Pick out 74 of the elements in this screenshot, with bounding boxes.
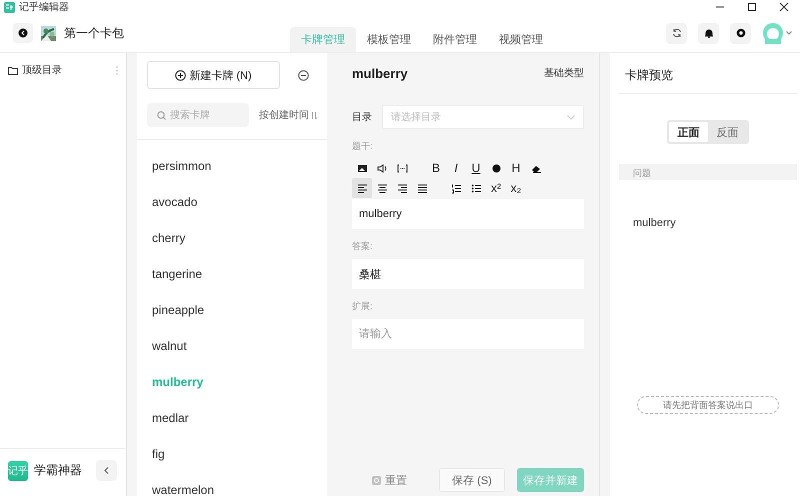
notification-button[interactable] (698, 22, 719, 44)
field-label: 目录 (352, 111, 372, 124)
ordered-list-icon (450, 182, 462, 194)
sync-button[interactable] (666, 22, 687, 44)
format-button[interactable]: B (426, 158, 446, 178)
new-card-button[interactable]: 新建卡牌 (N) (147, 61, 280, 89)
align-right-icon (396, 182, 408, 194)
window-title: 记乎编辑器 (19, 0, 69, 14)
sort-toggle[interactable]: 按创建时间 (259, 108, 317, 122)
card-item[interactable]: watermelon (137, 472, 327, 496)
format-button[interactable]: x² (486, 178, 506, 198)
side-tab[interactable]: 反面 (708, 122, 747, 142)
side-toggle[interactable]: 正面 反面 (667, 120, 749, 144)
caret-icon (786, 31, 792, 35)
tab[interactable]: 模板管理 (356, 27, 422, 52)
align-center-icon (376, 182, 388, 194)
sort-icon (311, 110, 317, 120)
chevron-icon (18, 28, 28, 38)
section-header: 问题 (619, 164, 797, 180)
bell-icon (704, 28, 714, 38)
card-type[interactable]: 基础类型 (544, 66, 584, 80)
justify-icon (416, 182, 428, 194)
brackets-icon (396, 162, 408, 174)
card-item[interactable]: avocado (137, 184, 327, 220)
format-button[interactable]: H (506, 158, 526, 178)
folder-icon (8, 66, 18, 74)
align-left-icon (356, 182, 368, 194)
chevron-left-icon (104, 467, 109, 474)
card-item[interactable]: medlar (137, 400, 327, 436)
align-left-button[interactable] (352, 178, 372, 198)
avatar-icon (762, 22, 784, 44)
card-item[interactable]: cherry (137, 220, 327, 256)
card-item[interactable]: pineapple (137, 292, 327, 328)
settings-icon (736, 28, 746, 38)
card-title: mulberry (352, 66, 408, 80)
card-content: mulberry (632, 216, 677, 229)
field-label: 答案: (352, 240, 374, 253)
reset-icon (372, 476, 381, 484)
save-button[interactable]: 保存 (S) (439, 468, 505, 492)
hint-button[interactable]: 请先把背面答案说出口 (637, 396, 779, 414)
format-button[interactable]: x₂ (506, 178, 526, 198)
collapse-all-icon[interactable] (298, 70, 309, 80)
card-item[interactable]: persimmon (137, 148, 327, 184)
side-tab[interactable]: 正面 (669, 122, 708, 142)
stem-field[interactable]: mulberry (352, 199, 584, 229)
speaker-icon (376, 162, 388, 174)
plus-circle-icon (175, 70, 186, 80)
back-button[interactable] (13, 23, 33, 43)
tab[interactable]: 视频管理 (488, 27, 554, 52)
deck-name: 第一个卡包 (64, 24, 124, 42)
card-item[interactable]: fig (137, 436, 327, 472)
circle-icon (490, 162, 502, 174)
answer-field[interactable]: 桑椹 (352, 259, 584, 289)
extension-field[interactable]: 请输入 (352, 319, 584, 349)
refresh-icon (672, 28, 682, 38)
chevron-down-icon (567, 114, 575, 120)
search-field[interactable]: 搜索卡牌 (147, 103, 249, 127)
panel-title: 卡牌预览 (619, 53, 797, 94)
tab[interactable]: 附件管理 (422, 27, 488, 52)
format-button[interactable]: U (466, 158, 486, 178)
card-item[interactable]: tangerine (137, 256, 327, 292)
bullet-list-icon (470, 182, 482, 194)
close-icon[interactable] (779, 2, 789, 12)
format-button[interactable]: I (446, 158, 466, 178)
brand-name: 学霸神器 (34, 462, 83, 479)
field-label: 扩展: (352, 300, 374, 313)
directory-item[interactable]: 顶级目录 (0, 53, 126, 77)
brand-logo: 记乎 (8, 460, 28, 480)
image-icon (356, 162, 368, 174)
search-icon (157, 111, 166, 120)
maximize-icon[interactable] (747, 2, 757, 12)
settings-button[interactable] (730, 22, 751, 44)
card-item[interactable]: walnut (137, 328, 327, 364)
field-label: 题干: (352, 140, 374, 153)
